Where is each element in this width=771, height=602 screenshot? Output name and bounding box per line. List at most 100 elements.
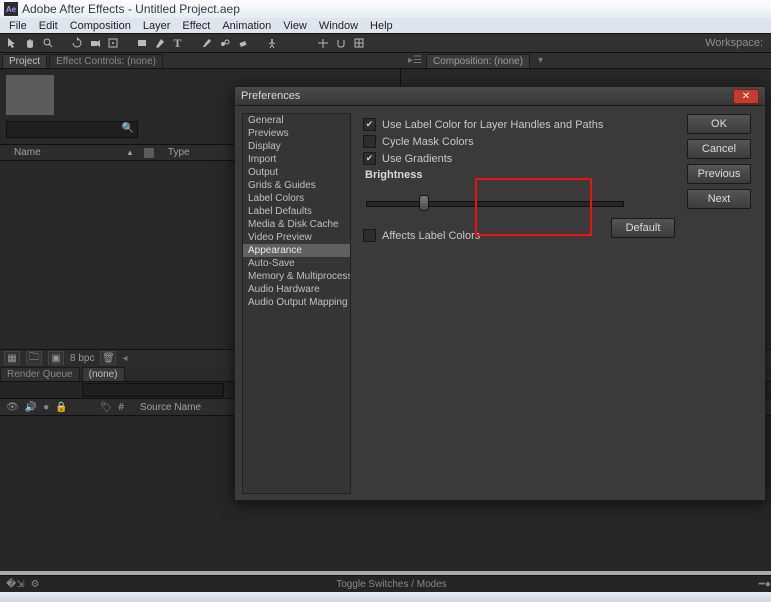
rotate-tool-icon[interactable] (69, 36, 84, 51)
comp-dropdown-icon[interactable]: ▾ (538, 55, 543, 66)
menu-animation[interactable]: Animation (217, 20, 276, 32)
cat-media-cache[interactable]: Media & Disk Cache (243, 218, 350, 231)
bit-depth-label[interactable]: 8 bpc (70, 353, 94, 364)
tab-render-queue[interactable]: Render Queue (0, 367, 80, 381)
chk-use-gradients[interactable]: ✔ Use Gradients (363, 150, 669, 167)
ok-button[interactable]: OK (687, 114, 751, 134)
text-tool-icon[interactable]: T (170, 36, 185, 51)
menu-effect[interactable]: Effect (177, 20, 215, 32)
cat-grids[interactable]: Grids & Guides (243, 179, 350, 192)
cat-appearance[interactable]: Appearance (243, 244, 350, 257)
expand-icon[interactable]: �⇲ (6, 579, 25, 590)
workspace-label[interactable]: Workspace: (705, 37, 767, 49)
clone-tool-icon[interactable] (217, 36, 232, 51)
checkbox-icon: ✔ (363, 118, 376, 131)
audio-toggle-icon[interactable]: 🔊 (25, 402, 37, 413)
cat-audio-hw[interactable]: Audio Hardware (243, 283, 350, 296)
toggle-switches-button[interactable]: Toggle Switches / Modes (336, 579, 447, 590)
toggle-icon[interactable]: ⚙ (31, 579, 40, 590)
chk-label: Cycle Mask Colors (382, 136, 474, 148)
cat-label-defaults[interactable]: Label Defaults (243, 205, 350, 218)
cat-audio-out[interactable]: Audio Output Mapping (243, 296, 350, 309)
search-icon: 🔍 (122, 123, 134, 134)
chk-use-label-color[interactable]: ✔ Use Label Color for Layer Handles and … (363, 116, 669, 133)
axis-tool-icon[interactable] (315, 36, 330, 51)
default-button[interactable]: Default (611, 218, 675, 238)
timeline-search-input[interactable] (82, 383, 224, 397)
zoom-slider-icon[interactable]: ━●━ (759, 579, 771, 590)
flowchart-icon[interactable]: ▸☰ (408, 55, 422, 66)
window-titlebar: Ae Adobe After Effects - Untitled Projec… (0, 0, 771, 18)
new-comp-icon[interactable]: ▣ (48, 351, 64, 365)
menu-composition[interactable]: Composition (65, 20, 136, 32)
cancel-button[interactable]: Cancel (687, 139, 751, 159)
chk-cycle-mask[interactable]: Cycle Mask Colors (363, 133, 669, 150)
slider-thumb-icon[interactable] (419, 195, 429, 211)
snap-tool-icon[interactable] (333, 36, 348, 51)
chk-label: Use Label Color for Layer Handles and Pa… (382, 119, 603, 131)
previous-button[interactable]: Previous (687, 164, 751, 184)
sort-asc-icon[interactable]: ▲ (126, 148, 134, 157)
cat-general[interactable]: General (243, 114, 350, 127)
next-button[interactable]: Next (687, 189, 751, 209)
cat-import[interactable]: Import (243, 153, 350, 166)
brush-tool-icon[interactable] (199, 36, 214, 51)
slider-track (366, 201, 624, 207)
hand-tool-icon[interactable] (22, 36, 37, 51)
pan-behind-tool-icon[interactable] (105, 36, 120, 51)
select-tool-icon[interactable] (4, 36, 19, 51)
menu-view[interactable]: View (278, 20, 312, 32)
label-swatch-icon[interactable] (144, 148, 154, 158)
zoom-tool-icon[interactable] (40, 36, 55, 51)
composition-panel-header: ▸☰ Composition: (none) ▾ (404, 53, 771, 69)
menu-window[interactable]: Window (314, 20, 363, 32)
tab-composition[interactable]: Composition: (none) (426, 54, 530, 68)
source-name-col[interactable]: Source Name (140, 402, 201, 413)
cat-memory[interactable]: Memory & Multiprocessing (243, 270, 350, 283)
checkbox-icon (363, 229, 376, 242)
pen-tool-icon[interactable] (152, 36, 167, 51)
status-bar: �⇲ ⚙ Toggle Switches / Modes ━●━ (0, 575, 771, 592)
eraser-tool-icon[interactable] (235, 36, 250, 51)
col-name[interactable]: Name (14, 147, 124, 158)
menu-file[interactable]: File (4, 20, 32, 32)
col-type[interactable]: Type (168, 147, 190, 158)
dialog-titlebar: Preferences ✕ (235, 87, 765, 106)
interpret-footage-icon[interactable]: ▦ (4, 351, 20, 365)
window-title: Adobe After Effects - Untitled Project.a… (22, 2, 240, 16)
dialog-title: Preferences (241, 90, 300, 102)
puppet-tool-icon[interactable] (264, 36, 279, 51)
new-folder-icon[interactable]: 🗀 (26, 351, 42, 365)
menu-edit[interactable]: Edit (34, 20, 63, 32)
brightness-slider[interactable] (363, 187, 669, 221)
preferences-dialog: Preferences ✕ General Previews Display I… (234, 86, 766, 501)
dialog-close-button[interactable]: ✕ (733, 89, 759, 104)
cat-previews[interactable]: Previews (243, 127, 350, 140)
solo-toggle-icon[interactable]: ● (43, 402, 49, 413)
chk-label: Use Gradients (382, 153, 452, 165)
pref-category-list: General Previews Display Import Output G… (242, 113, 351, 494)
video-toggle-icon[interactable]: 👁 (6, 402, 19, 413)
tab-project[interactable]: Project (2, 54, 47, 68)
grid-tool-icon[interactable] (351, 36, 366, 51)
index-col[interactable]: # (118, 402, 124, 413)
cat-label-colors[interactable]: Label Colors (243, 192, 350, 205)
tab-effect-controls[interactable]: Effect Controls: (none) (49, 54, 163, 68)
dialog-button-column: OK Cancel Previous Next (679, 106, 765, 501)
project-search-input[interactable]: 🔍 (6, 121, 138, 138)
cat-display[interactable]: Display (243, 140, 350, 153)
cat-output[interactable]: Output (243, 166, 350, 179)
camera-tool-icon[interactable] (87, 36, 102, 51)
menu-help[interactable]: Help (365, 20, 398, 32)
cat-video-preview[interactable]: Video Preview (243, 231, 350, 244)
tab-timeline-none[interactable]: (none) (82, 367, 125, 381)
lock-toggle-icon[interactable]: 🔒 (55, 402, 67, 413)
chevron-left-icon[interactable]: ◂ (122, 353, 127, 364)
project-thumbnail (6, 75, 54, 115)
rect-tool-icon[interactable] (134, 36, 149, 51)
label-col-icon[interactable]: 🏷 (100, 402, 113, 413)
trash-icon[interactable]: 🗑 (100, 351, 116, 365)
app-badge: Ae (4, 2, 18, 16)
menu-layer[interactable]: Layer (138, 20, 176, 32)
cat-auto-save[interactable]: Auto-Save (243, 257, 350, 270)
